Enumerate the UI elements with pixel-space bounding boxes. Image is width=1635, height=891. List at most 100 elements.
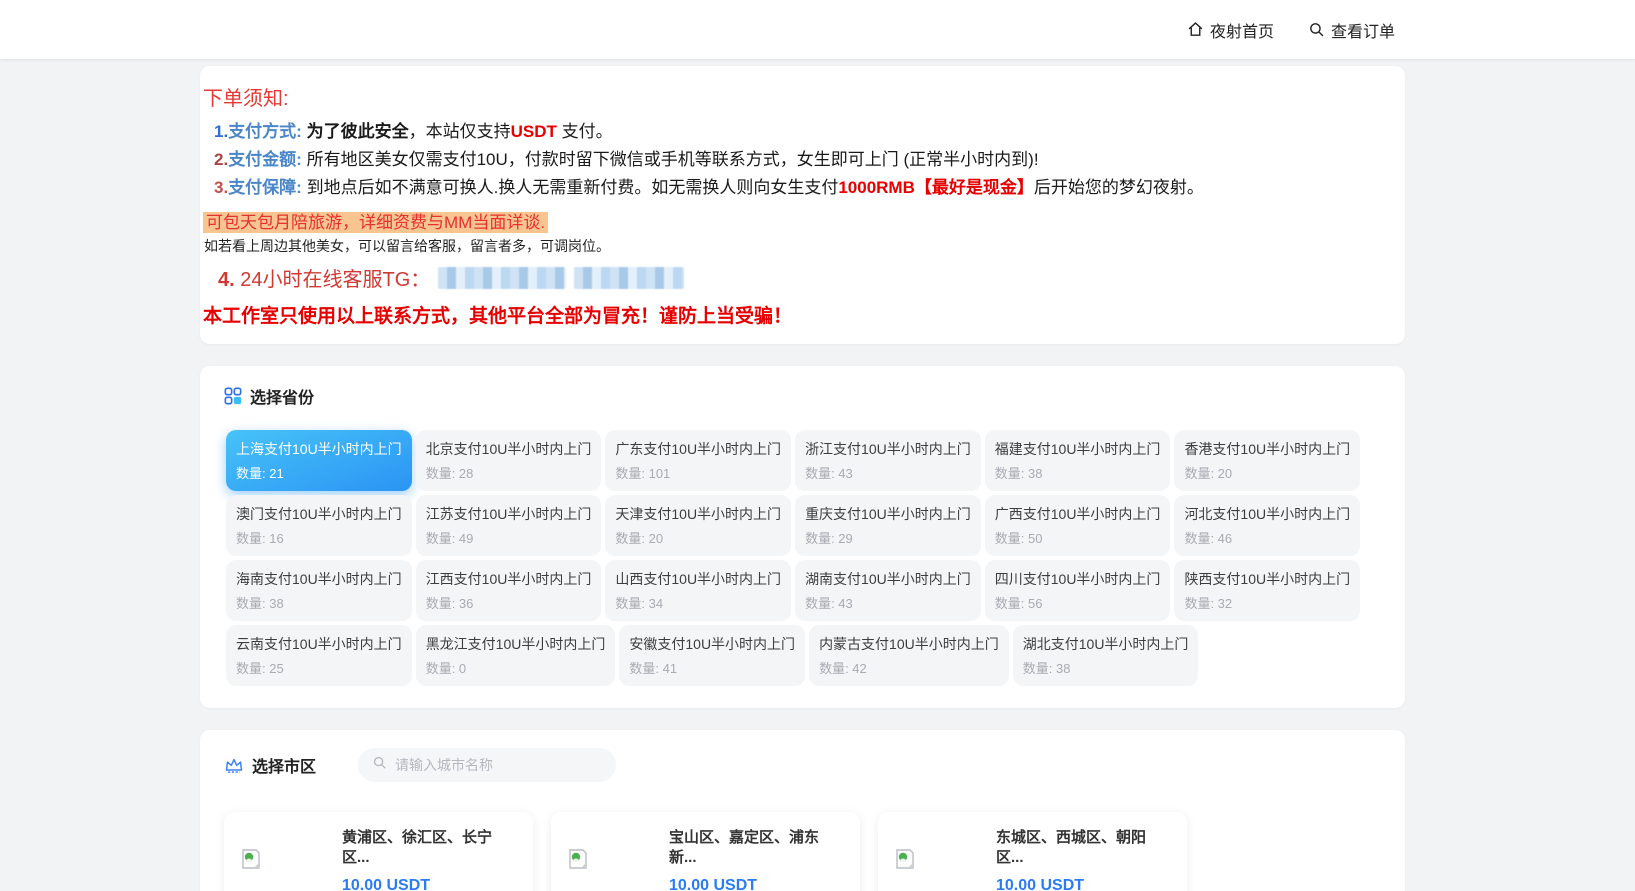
- notice-line-payment-method: 1.支付方式: 为了彼此安全，本站仅支持USDT 支付。: [214, 122, 613, 141]
- province-section-title: 选择省份: [250, 390, 315, 407]
- city-section-card: 选择市区 请输入城市名称 黄浦区、徐汇区、长宁区... 10.00 USDT 宝…: [200, 730, 1405, 891]
- province-button-title: 天津支付10U半小时内上门: [615, 506, 782, 522]
- nav-home-label: 夜射首页: [1209, 23, 1274, 41]
- city-card-title: 黄浦区、徐汇区、长宁区...: [342, 829, 493, 866]
- province-button-count: 数量: 20: [615, 531, 664, 546]
- province-button-count: 数量: 28: [425, 466, 474, 481]
- city-search-input[interactable]: [395, 757, 603, 773]
- province-button-count: 数量: 43: [805, 596, 853, 611]
- province-button-title: 福建支付10U半小时内上门: [994, 441, 1161, 457]
- search-icon: [1308, 21, 1325, 38]
- province-button-count: 数量: 20: [1184, 466, 1233, 481]
- nav-orders-label: 查看订单: [1330, 23, 1395, 41]
- province-button[interactable]: 重庆支付10U半小时内上门 数量: 29: [795, 495, 981, 556]
- province-button[interactable]: 内蒙古支付10U半小时内上门 数量: 42: [809, 625, 1009, 686]
- province-button[interactable]: 陕西支付10U半小时内上门 数量: 32: [1174, 560, 1361, 621]
- province-button-count: 数量: 42: [819, 661, 867, 676]
- province-button-count: 数量: 32: [1184, 596, 1233, 611]
- province-button-title: 江苏支付10U半小时内上门: [425, 506, 592, 522]
- home-icon: [1187, 21, 1204, 38]
- notice-line-payment-guarantee: 3.支付保障: 到地点后如不满意可换人.换人无需重新付费。如无需换人则向女生支付…: [214, 178, 1204, 197]
- image-placeholder-icon: [894, 848, 916, 875]
- city-card-title: 东城区、西城区、朝阳区...: [996, 829, 1147, 866]
- search-icon: [372, 755, 387, 775]
- city-image-zone: [567, 828, 669, 891]
- city-card[interactable]: 黄浦区、徐汇区、长宁区... 10.00 USDT 库存 100: [224, 812, 533, 891]
- province-button[interactable]: 河北支付10U半小时内上门 数量: 46: [1174, 495, 1361, 556]
- image-placeholder-icon: [567, 848, 589, 875]
- image-placeholder-icon: [240, 848, 262, 875]
- province-button-title: 江西支付10U半小时内上门: [425, 571, 592, 587]
- province-button-count: 数量: 38: [994, 466, 1043, 481]
- city-card[interactable]: 东城区、西城区、朝阳区... 10.00 USDT 库存 100: [878, 812, 1187, 891]
- province-button[interactable]: 广西支付10U半小时内上门 数量: 50: [984, 495, 1171, 556]
- province-button-count: 数量: 38: [236, 596, 284, 611]
- province-button-count: 数量: 41: [629, 661, 678, 676]
- city-card-price: 10.00 USDT: [669, 877, 758, 891]
- notice-line-payment-amount: 2.支付金额: 所有地区美女仅需支付10U，付款时留下微信或手机等联系方式，女生…: [214, 150, 1039, 169]
- province-button-title: 陕西支付10U半小时内上门: [1184, 571, 1351, 587]
- blurred-telegram-handle: [438, 266, 567, 289]
- province-button-count: 数量: 0: [425, 661, 467, 676]
- province-button-title: 安徽支付10U半小时内上门: [629, 636, 796, 652]
- province-button-title: 黑龙江支付10U半小时内上门: [425, 636, 606, 652]
- province-button[interactable]: 山西支付10U半小时内上门 数量: 34: [605, 560, 792, 621]
- notice-title: 下单须知:: [203, 88, 289, 110]
- province-button-count: 数量: 43: [805, 466, 853, 481]
- province-button-count: 数量: 36: [425, 596, 474, 611]
- province-button-title: 云南支付10U半小时内上门: [236, 636, 402, 652]
- province-button-count: 数量: 34: [615, 596, 664, 611]
- nav-orders[interactable]: 查看订单: [1308, 18, 1395, 42]
- province-button[interactable]: 安徽支付10U半小时内上门 数量: 41: [619, 625, 806, 686]
- city-section-title: 选择市区: [252, 759, 317, 776]
- province-button-title: 澳门支付10U半小时内上门: [236, 506, 402, 522]
- province-button[interactable]: 上海支付10U半小时内上门 数量: 21: [226, 430, 412, 491]
- nav-home[interactable]: 夜射首页: [1187, 18, 1274, 42]
- province-button[interactable]: 江西支付10U半小时内上门 数量: 36: [415, 560, 602, 621]
- city-image-zone: [894, 828, 996, 891]
- province-button[interactable]: 广东支付10U半小时内上门 数量: 101: [605, 430, 792, 491]
- province-button-count: 数量: 101: [615, 466, 671, 481]
- province-button-count: 数量: 50: [994, 531, 1043, 546]
- province-button[interactable]: 澳门支付10U半小时内上门 数量: 16: [226, 495, 412, 556]
- province-button-count: 数量: 49: [425, 531, 474, 546]
- province-button[interactable]: 福建支付10U半小时内上门 数量: 38: [984, 430, 1171, 491]
- notice-line-telegram: 4. 24小时在线客服TG：: [218, 263, 1387, 292]
- province-button[interactable]: 湖南支付10U半小时内上门 数量: 43: [795, 560, 981, 621]
- province-button[interactable]: 江苏支付10U半小时内上门 数量: 49: [415, 495, 602, 556]
- province-button[interactable]: 北京支付10U半小时内上门 数量: 28: [415, 430, 602, 491]
- province-button-title: 海南支付10U半小时内上门: [236, 571, 402, 587]
- province-button-title: 广东支付10U半小时内上门: [615, 441, 782, 457]
- order-notice-card: 下单须知: 1.支付方式: 为了彼此安全，本站仅支持USDT 支付。 2.支付金…: [200, 66, 1405, 344]
- province-section-header: 选择省份: [224, 384, 1381, 408]
- province-button[interactable]: 云南支付10U半小时内上门 数量: 25: [226, 625, 412, 686]
- province-button-title: 湖南支付10U半小时内上门: [805, 571, 971, 587]
- province-button-count: 数量: 38: [1022, 661, 1071, 676]
- notice-warning-line: 本工作室只使用以上联系方式，其他平台全部为冒充！谨防上当受骗！: [203, 306, 793, 327]
- province-button-title: 重庆支付10U半小时内上门: [805, 506, 971, 522]
- city-card[interactable]: 宝山区、嘉定区、浦东新... 10.00 USDT 库存 100: [551, 812, 860, 891]
- notice-small-line: 如若看上周边其他美女，可以留言给客服，留言者多，可调岗位。: [204, 238, 610, 254]
- province-button[interactable]: 海南支付10U半小时内上门 数量: 38: [226, 560, 412, 621]
- province-button-title: 香港支付10U半小时内上门: [1184, 441, 1351, 457]
- province-button[interactable]: 香港支付10U半小时内上门 数量: 20: [1174, 430, 1361, 491]
- province-button-title: 河北支付10U半小时内上门: [1184, 506, 1351, 522]
- province-button-count: 数量: 16: [236, 531, 284, 546]
- city-search-box[interactable]: [358, 748, 617, 782]
- blurred-telegram-handle: [574, 266, 685, 289]
- province-button[interactable]: 黑龙江支付10U半小时内上门 数量: 0: [415, 625, 616, 686]
- province-button-title: 四川支付10U半小时内上门: [994, 571, 1161, 587]
- top-navigation-bar: 夜射首页 查看订单: [0, 0, 1635, 59]
- province-button[interactable]: 湖北支付10U半小时内上门 数量: 38: [1012, 625, 1199, 686]
- province-button-title: 广西支付10U半小时内上门: [994, 506, 1161, 522]
- province-button[interactable]: 四川支付10U半小时内上门 数量: 56: [984, 560, 1171, 621]
- province-button[interactable]: 天津支付10U半小时内上门 数量: 20: [605, 495, 792, 556]
- province-button-count: 数量: 46: [1184, 531, 1233, 546]
- province-button-title: 湖北支付10U半小时内上门: [1022, 636, 1189, 652]
- province-button-count: 数量: 56: [994, 596, 1043, 611]
- notice-highlight-line: 可包天包月陪旅游，详细资费与MM当面详谈.: [203, 208, 1387, 233]
- province-button[interactable]: 浙江支付10U半小时内上门 数量: 43: [795, 430, 981, 491]
- province-button-title: 浙江支付10U半小时内上门: [805, 441, 971, 457]
- city-card-row: 黄浦区、徐汇区、长宁区... 10.00 USDT 库存 100: [224, 812, 1381, 891]
- province-section-card: 选择省份 上海支付10U半小时内上门 数量: 21 北京支付10U半小时内上门 …: [200, 366, 1405, 708]
